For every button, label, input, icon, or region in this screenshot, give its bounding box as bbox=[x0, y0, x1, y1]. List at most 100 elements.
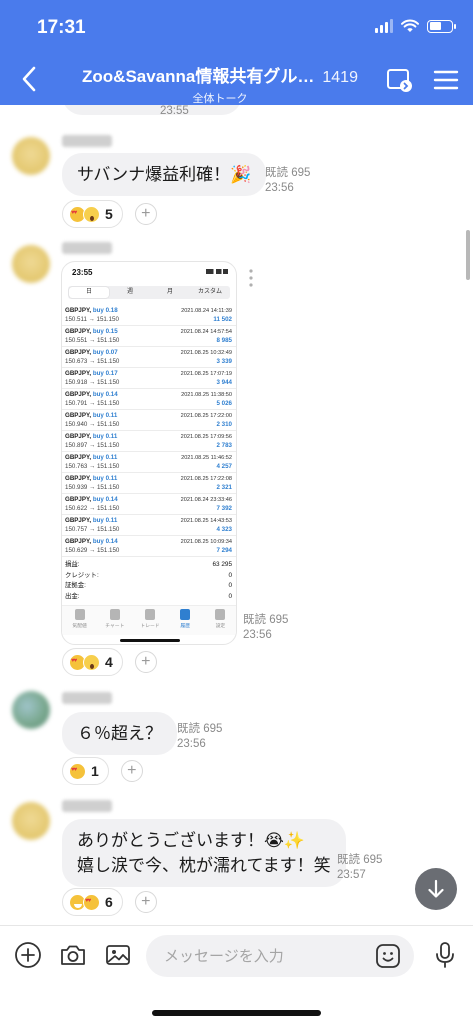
trade-side: buy 0.11 bbox=[92, 412, 118, 419]
trade-row: GBPJPY, buy 0.11 150.763 → 151.150 2021.08… bbox=[62, 452, 236, 473]
message-line: 嬉し涙で今、枕が濡れてます！笑 bbox=[77, 856, 331, 875]
sender-name[interactable] bbox=[62, 800, 112, 812]
note-icon[interactable] bbox=[386, 67, 414, 93]
menu-icon[interactable] bbox=[432, 67, 460, 93]
reaction-pill[interactable]: 5 bbox=[62, 200, 123, 228]
trade-side: buy 0.11 bbox=[92, 433, 118, 440]
trade-profit: 2 321 bbox=[216, 484, 232, 491]
total-value: 0 bbox=[228, 582, 232, 589]
trade-prices: 150.897 → 151.150 bbox=[65, 442, 120, 449]
reaction-pill[interactable]: 1 bbox=[62, 757, 109, 785]
chat-title-area[interactable]: Zoo&Savanna情報共有グル… 1419 全体トーク bbox=[70, 62, 370, 106]
add-reaction-button[interactable]: + bbox=[134, 891, 157, 913]
add-reaction-button[interactable]: + bbox=[134, 651, 157, 673]
message-list[interactable]: 23:55 サバンナ爆益利確！🎉 既読 695 23:56 5 + 23:55 … bbox=[0, 105, 473, 925]
more-options-icon[interactable] bbox=[248, 268, 254, 288]
period-segment: 日 週 月 カスタム bbox=[68, 286, 230, 299]
avatar[interactable] bbox=[12, 245, 50, 283]
add-reaction-button[interactable]: + bbox=[120, 760, 143, 782]
trade-prices: 150.918 → 151.150 bbox=[65, 379, 120, 386]
message-bubble[interactable]: ありがとうございます！😭✨ 嬉し涙で今、枕が濡れてます！笑 bbox=[62, 819, 346, 887]
emoji-icon[interactable] bbox=[374, 942, 402, 970]
surprised-emoji-icon bbox=[83, 653, 100, 671]
add-reaction-button[interactable]: + bbox=[134, 203, 157, 225]
signal-icon bbox=[375, 19, 393, 33]
message-time: 23:56 bbox=[243, 629, 272, 641]
scrollbar[interactable] bbox=[466, 230, 470, 280]
trade-pair: GBPJPY, bbox=[65, 454, 92, 461]
avatar[interactable] bbox=[12, 802, 50, 840]
message-line: ありがとうございます！😭✨ bbox=[77, 831, 306, 850]
trade-side: buy 0.15 bbox=[92, 328, 118, 335]
trade-pair: GBPJPY, bbox=[65, 349, 92, 356]
camera-icon[interactable] bbox=[59, 941, 87, 969]
message-bubble[interactable]: ６％超え？ bbox=[62, 712, 177, 755]
trade-prices: 150.622 → 151.150 bbox=[65, 505, 120, 512]
reactions: 5 + bbox=[62, 200, 157, 228]
trade-row: GBPJPY, buy 0.11 150.897 → 151.150 2021.08… bbox=[62, 431, 236, 452]
screenshot-home-indicator bbox=[120, 639, 180, 642]
message-time: 23:56 bbox=[177, 738, 206, 750]
status-time: 17:31 bbox=[37, 17, 86, 38]
chat-title: Zoo&Savanna情報共有グル… bbox=[82, 67, 315, 86]
message-time: 23:57 bbox=[337, 869, 366, 881]
tab-trade: トレード bbox=[132, 606, 167, 635]
member-count: 1419 bbox=[322, 69, 358, 86]
avatar[interactable] bbox=[12, 691, 50, 729]
trade-prices: 150.551 → 151.150 bbox=[65, 337, 120, 344]
trade-pair: GBPJPY, bbox=[65, 370, 92, 377]
message-bubble-prev[interactable] bbox=[62, 105, 242, 115]
trade-side: buy 0.11 bbox=[92, 475, 118, 482]
sender-name[interactable] bbox=[62, 692, 112, 704]
trade-pair: GBPJPY, bbox=[65, 412, 92, 419]
trade-row: GBPJPY, buy 0.11 150.940 → 151.150 2021.08… bbox=[62, 410, 236, 431]
chart-icon bbox=[109, 609, 120, 620]
trade-row: GBPJPY, buy 0.14 150.622 → 151.150 2021.08… bbox=[62, 494, 236, 515]
trade-side: buy 0.14 bbox=[92, 538, 118, 545]
mic-icon[interactable] bbox=[431, 941, 459, 969]
avatar[interactable] bbox=[12, 137, 50, 175]
arrow-down-icon bbox=[428, 879, 444, 898]
scroll-to-bottom-button[interactable] bbox=[415, 868, 457, 910]
trade-pair: GBPJPY, bbox=[65, 328, 92, 335]
trade-profit: 7 392 bbox=[216, 505, 232, 512]
reaction-count: 1 bbox=[91, 763, 99, 779]
trade-row: GBPJPY, buy 0.14 150.629 → 151.150 2021.08… bbox=[62, 536, 236, 557]
trade-side: buy 0.18 bbox=[92, 307, 118, 314]
total-label: 出金: bbox=[65, 592, 80, 600]
reaction-pill[interactable]: 4 bbox=[62, 648, 123, 676]
trade-pair: GBPJPY, bbox=[65, 307, 92, 314]
trade-row: GBPJPY, buy 0.18 150.511 → 151.150 2021.08… bbox=[62, 305, 236, 326]
total-label: 証拠金: bbox=[65, 582, 86, 589]
segment-week: 週 bbox=[126, 289, 133, 295]
plus-icon[interactable] bbox=[14, 941, 42, 969]
trade-pair: GBPJPY, bbox=[65, 538, 92, 545]
trade-list: GBPJPY, buy 0.18 150.511 → 151.150 2021.08… bbox=[62, 305, 236, 557]
message-bubble[interactable]: サバンナ爆益利確！🎉 bbox=[62, 153, 267, 196]
sender-name[interactable] bbox=[62, 135, 112, 147]
sender-name[interactable] bbox=[62, 242, 112, 254]
read-receipt: 既読 695 bbox=[337, 854, 383, 866]
screenshot-status-icons bbox=[206, 269, 228, 274]
reactions: 1 + bbox=[62, 757, 143, 785]
segment-custom: カスタム bbox=[197, 289, 222, 295]
heart-eyes-emoji-icon bbox=[83, 893, 100, 911]
reaction-pill[interactable]: 6 bbox=[62, 888, 123, 916]
reaction-count: 6 bbox=[105, 894, 113, 910]
chat-header: 17:31 Zoo&Savanna情報共有グル… 1419 全体トーク bbox=[0, 0, 473, 105]
trade-prices: 150.757 → 151.150 bbox=[65, 526, 120, 533]
input-bar bbox=[0, 925, 473, 1024]
image-icon[interactable] bbox=[104, 941, 132, 969]
battery-icon bbox=[427, 19, 456, 33]
reactions: 4 + bbox=[62, 648, 157, 676]
read-receipt: 既読 695 bbox=[243, 614, 289, 626]
home-indicator bbox=[152, 1010, 321, 1016]
trade-history-screenshot[interactable]: 23:55 日 週 月 カスタム GBPJPY, buy 0.18 150.511… bbox=[61, 261, 237, 645]
trade-side: buy 0.11 bbox=[92, 454, 118, 461]
trade-prices: 150.763 → 151.150 bbox=[65, 463, 120, 470]
total-value: 0 bbox=[228, 592, 232, 600]
back-icon[interactable] bbox=[18, 64, 40, 94]
trade-profit: 7 294 bbox=[216, 547, 232, 554]
trade-icon bbox=[145, 609, 155, 620]
trade-profit: 2 310 bbox=[216, 421, 232, 428]
